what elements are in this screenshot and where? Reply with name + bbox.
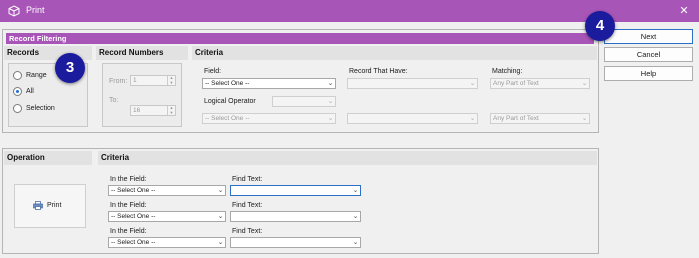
record-numbers-header: Record Numbers xyxy=(96,46,188,60)
to-spinner[interactable]: 16 ▲ ▼ xyxy=(130,105,176,116)
to-spinner-arrows[interactable]: ▲ ▼ xyxy=(167,105,175,115)
find-text-select-3[interactable]: ⌄ xyxy=(230,237,361,248)
find-text-label-2: Find Text: xyxy=(232,202,263,209)
radio-range-label: Range xyxy=(26,72,47,79)
radio-selection-circle[interactable] xyxy=(13,104,22,113)
field2-select[interactable]: -- Select One -- ⌄ xyxy=(202,113,336,124)
chevron-down-icon: ⌄ xyxy=(581,80,588,87)
chevron-down-icon: ⌄ xyxy=(217,213,224,220)
find-text-label-3: Find Text: xyxy=(232,228,263,235)
chevron-down-icon: ⌄ xyxy=(217,239,224,246)
close-icon[interactable]: ✕ xyxy=(676,3,692,19)
radio-all[interactable]: All xyxy=(13,87,34,96)
in-field-select-3[interactable]: -- Select One -- ⌄ xyxy=(108,237,226,248)
cube-icon xyxy=(8,5,20,17)
from-label: From: xyxy=(109,78,128,85)
to-value: 16 xyxy=(133,107,141,114)
from-spinner-arrows[interactable]: ▲ ▼ xyxy=(167,75,175,85)
help-button[interactable]: Help xyxy=(604,66,693,81)
matching-select-value: Any Part of Text xyxy=(493,80,539,87)
chevron-down-icon: ⌄ xyxy=(469,80,476,87)
logical-operator-label: Logical Operator xyxy=(204,98,256,105)
chevron-down-icon: ⌄ xyxy=(327,80,334,87)
find-text-select-2[interactable]: ⌄ xyxy=(230,211,361,222)
record-have-select[interactable]: ⌄ xyxy=(347,78,478,89)
field-select[interactable]: -- Select One -- ⌄ xyxy=(202,78,336,89)
field-select-value: -- Select One -- xyxy=(205,80,250,87)
chevron-down-icon: ⌄ xyxy=(217,187,224,194)
cancel-button[interactable]: Cancel xyxy=(604,47,693,62)
chevron-down-icon: ⌄ xyxy=(469,115,476,122)
find-text-label-1: Find Text: xyxy=(232,176,263,183)
in-field-select-1-value: -- Select One -- xyxy=(111,187,156,194)
print-label: Print xyxy=(47,202,62,209)
printer-icon xyxy=(33,201,43,210)
operation-criteria-header: Criteria xyxy=(98,151,597,165)
from-spinner[interactable]: 1 ▲ ▼ xyxy=(130,75,176,86)
in-field-select-3-value: -- Select One -- xyxy=(111,239,156,246)
logical-operator-select[interactable]: ⌄ xyxy=(272,96,336,107)
field-label: Field: xyxy=(204,68,222,75)
radio-range[interactable]: Range xyxy=(13,71,47,80)
in-field-label-1: In the Field: xyxy=(110,176,147,183)
in-field-label-2: In the Field: xyxy=(110,202,147,209)
record-have2-select[interactable]: ⌄ xyxy=(347,113,478,124)
chevron-down-icon: ⌄ xyxy=(581,115,588,122)
matching2-select-value: Any Part of Text xyxy=(493,115,539,122)
in-field-select-2[interactable]: -- Select One -- ⌄ xyxy=(108,211,226,222)
find-text-select-1[interactable]: ⌄ xyxy=(230,185,361,196)
radio-all-circle[interactable] xyxy=(13,87,22,96)
to-label: To: xyxy=(109,97,119,104)
in-field-label-3: In the Field: xyxy=(110,228,147,235)
operation-header: Operation xyxy=(4,151,92,165)
chevron-down-icon: ⌄ xyxy=(327,115,334,122)
chevron-down-icon: ⌄ xyxy=(352,213,359,220)
radio-selection[interactable]: Selection xyxy=(13,104,55,113)
criteria-header: Criteria xyxy=(192,46,597,60)
in-field-select-1[interactable]: -- Select One -- ⌄ xyxy=(108,185,226,196)
from-value: 1 xyxy=(133,77,137,84)
matching-label: Matching: xyxy=(492,68,523,75)
next-button[interactable]: Next xyxy=(604,29,693,44)
radio-selection-label: Selection xyxy=(26,105,55,112)
chevron-down-icon: ⌄ xyxy=(352,187,359,194)
radio-all-label: All xyxy=(26,88,34,95)
in-field-select-2-value: -- Select One -- xyxy=(111,213,156,220)
callout-badge-4: 4 xyxy=(585,11,615,41)
record-numbers-panel xyxy=(102,63,182,127)
field2-select-value: -- Select One -- xyxy=(205,115,250,122)
matching-select[interactable]: Any Part of Text ⌄ xyxy=(490,78,590,89)
radio-range-circle[interactable] xyxy=(13,71,22,80)
record-have-label: Record That Have: xyxy=(349,68,408,75)
chevron-down-icon: ⌄ xyxy=(327,98,334,105)
callout-badge-3: 3 xyxy=(55,53,85,83)
window-title: Print xyxy=(26,5,45,15)
record-filtering-title: Record Filtering xyxy=(6,33,594,44)
matching2-select[interactable]: Any Part of Text ⌄ xyxy=(490,113,590,124)
chevron-down-icon: ⌄ xyxy=(352,239,359,246)
